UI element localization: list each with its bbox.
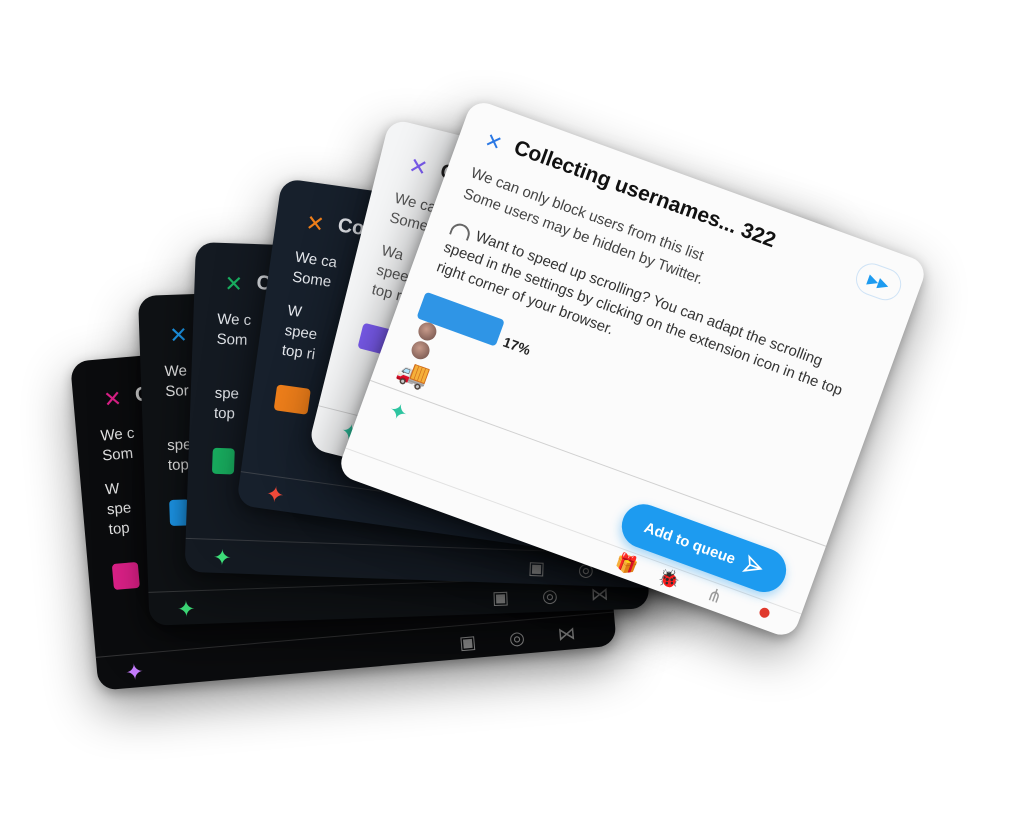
send-icon — [741, 554, 763, 572]
card-line: Som — [216, 330, 248, 349]
card-line: We c — [99, 424, 136, 445]
card-line: top — [213, 404, 236, 423]
gift-icon[interactable]: 🎁 — [612, 550, 641, 577]
progress-label: 17% — [500, 333, 533, 359]
progress-bar — [273, 384, 311, 415]
card-line: top — [167, 456, 190, 475]
sparkle-icon[interactable]: ✦ — [177, 596, 196, 623]
close-icon[interactable]: ✕ — [102, 386, 123, 414]
card-line: We — [164, 362, 188, 381]
stacked-dialogs: ✕ C We c Som W spe top ✦ ▣ ◎ ⋈ ✕ We Sor … — [0, 0, 1025, 822]
card-line: spee — [283, 321, 319, 344]
footer-icons: ▣ ◎ ⋈ — [491, 583, 624, 608]
close-icon[interactable]: ✕ — [406, 152, 430, 182]
progress-bar — [211, 447, 235, 475]
card-line: top — [108, 519, 131, 539]
close-icon[interactable]: ✕ — [304, 210, 326, 238]
close-icon[interactable]: ✕ — [481, 128, 505, 157]
progress-bar — [111, 561, 140, 591]
bug-icon[interactable]: 🐞 — [655, 566, 683, 593]
card-line: W — [104, 480, 121, 499]
card-line: We c — [217, 310, 252, 329]
card-line: spe — [106, 499, 132, 519]
bird-icon[interactable] — [758, 606, 771, 620]
card-line: We ca — [293, 248, 339, 272]
card-line: Sor — [165, 382, 189, 401]
sparkle-icon[interactable]: ✦ — [213, 545, 232, 572]
sparkle-icon[interactable]: ✦ — [264, 481, 286, 509]
sparkle-icon[interactable]: ✦ — [385, 397, 411, 428]
footer-icons: ▣ ◎ ⋈ — [458, 621, 591, 654]
card-line: W — [286, 302, 303, 321]
sparkle-icon[interactable]: ✦ — [124, 659, 145, 687]
card-line: Some — [291, 268, 333, 291]
card-line: spe — [214, 384, 240, 403]
share-icon[interactable]: ⋔ — [704, 584, 725, 609]
speedometer-icon — [449, 220, 473, 241]
close-icon[interactable]: ✕ — [224, 271, 243, 298]
close-icon[interactable]: ✕ — [169, 322, 188, 349]
card-line: top ri — [280, 341, 317, 364]
fast-forward-icon[interactable]: ▶▶ — [851, 258, 906, 305]
card-line: Wa — [379, 242, 406, 264]
card-line: Som — [101, 444, 134, 465]
